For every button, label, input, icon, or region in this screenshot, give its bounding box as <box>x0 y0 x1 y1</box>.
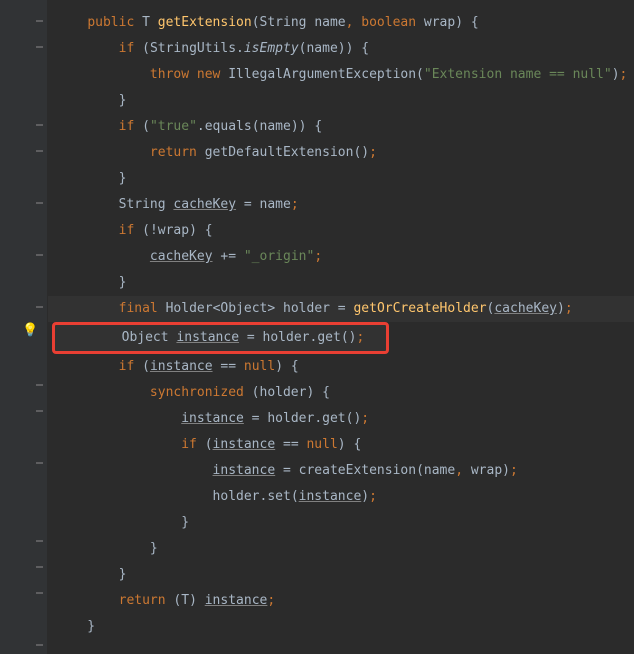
code-line: } <box>48 536 634 562</box>
editor-container: 💡 public T getExtension(String name, boo… <box>0 0 634 654</box>
fold-marker[interactable] <box>34 249 44 259</box>
fold-marker[interactable] <box>34 587 44 597</box>
code-line: Object instance = holder.get(); <box>48 322 634 354</box>
code-line: } <box>48 270 634 296</box>
code-line: } <box>48 510 634 536</box>
fold-marker[interactable] <box>34 639 44 649</box>
code-line: public T getExtension(String name, boole… <box>48 10 634 36</box>
code-line: cacheKey += "_origin"; <box>48 244 634 270</box>
code-line: String cacheKey = name; <box>48 192 634 218</box>
code-area[interactable]: public T getExtension(String name, boole… <box>48 0 634 654</box>
intention-bulb-icon[interactable]: 💡 <box>22 318 38 344</box>
code-line: synchronized (holder) { <box>48 380 634 406</box>
code-line: return (T) instance; <box>48 588 634 614</box>
fold-marker[interactable] <box>34 379 44 389</box>
code-line: instance = createExtension(name, wrap); <box>48 458 634 484</box>
fold-marker[interactable] <box>34 535 44 545</box>
code-line: throw new IllegalArgumentException("Exte… <box>48 62 634 88</box>
code-line: if (instance == null) { <box>48 432 634 458</box>
code-line: } <box>48 88 634 114</box>
fold-marker[interactable] <box>34 561 44 571</box>
code-line: if ("true".equals(name)) { <box>48 114 634 140</box>
fold-marker[interactable] <box>34 457 44 467</box>
code-line: } <box>48 614 634 640</box>
code-line: if (instance == null) { <box>48 354 634 380</box>
code-line: if (!wrap) { <box>48 218 634 244</box>
fold-marker[interactable] <box>34 15 44 25</box>
fold-marker[interactable] <box>34 119 44 129</box>
code-line: if (StringUtils.isEmpty(name)) { <box>48 36 634 62</box>
code-line: instance = holder.get(); <box>48 406 634 432</box>
fold-marker[interactable] <box>34 405 44 415</box>
code-line: holder.set(instance); <box>48 484 634 510</box>
fold-marker[interactable] <box>34 41 44 51</box>
code-line: } <box>48 166 634 192</box>
fold-marker[interactable] <box>34 301 44 311</box>
code-line: } <box>48 562 634 588</box>
fold-marker[interactable] <box>34 197 44 207</box>
gutter: 💡 <box>0 0 48 654</box>
code-line: final Holder<Object> holder = getOrCreat… <box>48 296 634 322</box>
highlighted-line: Object instance = holder.get(); <box>52 322 389 354</box>
code-line: return getDefaultExtension(); <box>48 140 634 166</box>
fold-marker[interactable] <box>34 145 44 155</box>
